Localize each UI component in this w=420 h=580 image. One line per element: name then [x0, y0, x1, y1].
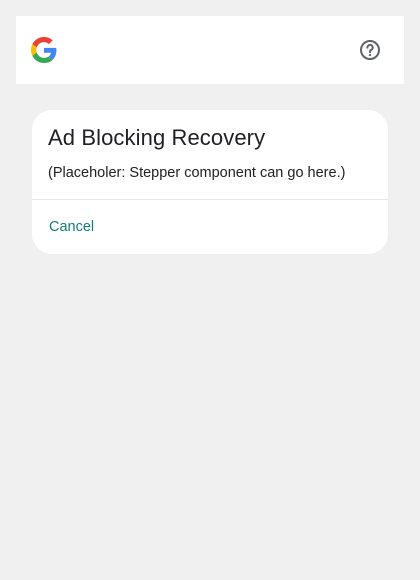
divider — [32, 199, 388, 200]
google-g-icon — [31, 37, 57, 63]
recovery-dialog-card: Ad Blocking Recovery (Placeholer: Steppe… — [32, 110, 388, 254]
top-app-bar — [16, 16, 404, 84]
help-button[interactable] — [358, 38, 382, 62]
dialog-body-text: (Placeholer: Stepper component can go he… — [48, 165, 346, 181]
help-circle-icon — [360, 40, 380, 60]
dialog-title: Ad Blocking Recovery — [48, 125, 266, 150]
cancel-button[interactable]: Cancel — [49, 217, 94, 237]
